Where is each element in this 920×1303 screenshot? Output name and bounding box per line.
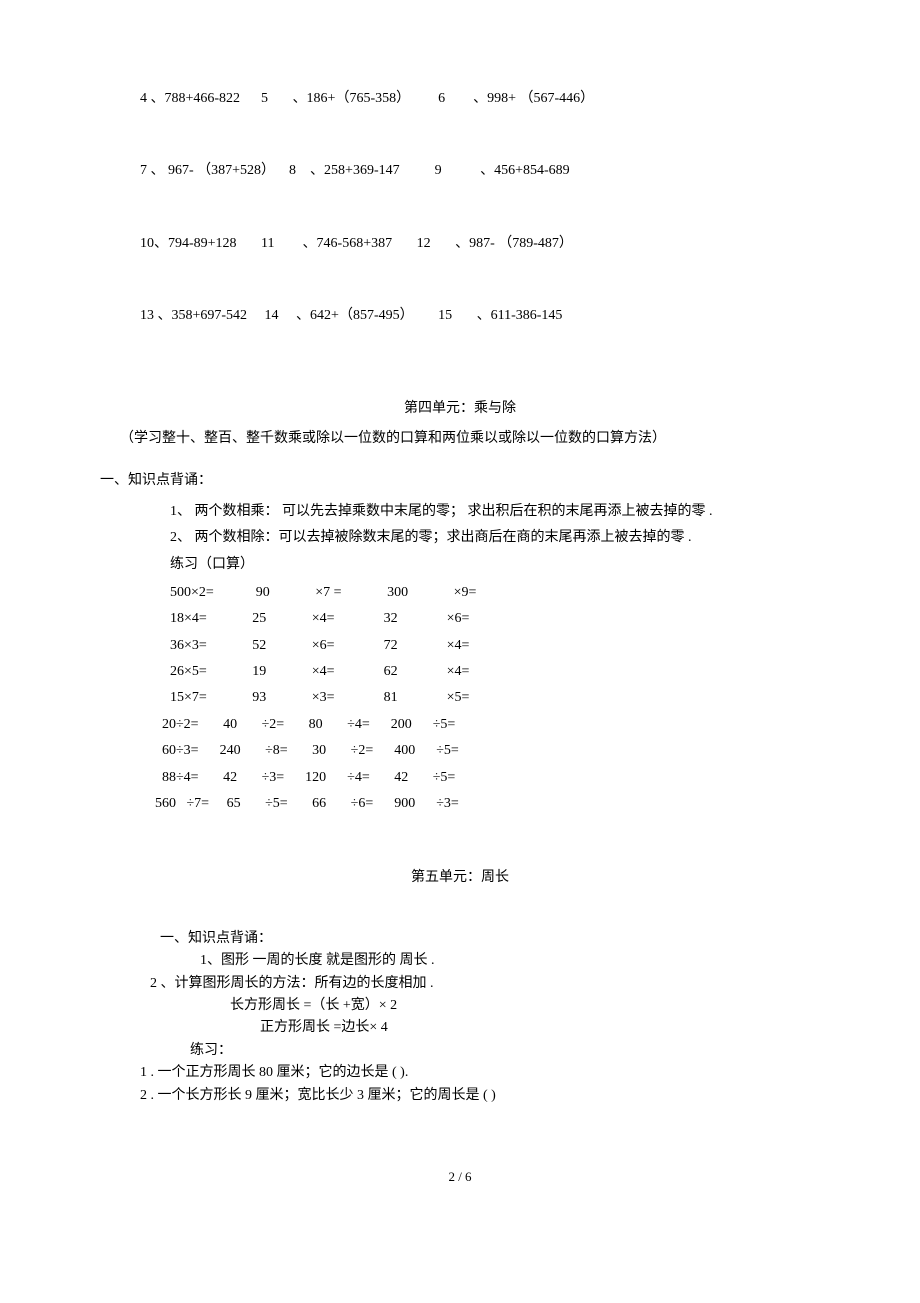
problem-row-4: 13 、358+697-542 14 、642+（857-495） 15 、61… — [140, 305, 860, 327]
unit5-title: 第五单元：周长 — [60, 867, 860, 889]
unit4-title: 第四单元：乘与除 — [60, 398, 860, 420]
mul-row: 26×5= 19 ×4= 62 ×4= — [170, 659, 476, 685]
unit4-practice-label: 练习（口算） — [170, 554, 860, 576]
mul-row: 36×3= 52 ×6= 72 ×4= — [170, 633, 476, 659]
unit5-p3: 长方形周长 =（长 +宽）× 2 — [230, 995, 860, 1017]
unit5-p4: 正方形周长 =边长× 4 — [260, 1017, 860, 1039]
mul-row: 18×4= 25 ×4= 32 ×6= — [170, 606, 476, 632]
multiplication-table: 500×2= 90 ×7 = 300 ×9= 18×4= 25 ×4= 32 ×… — [170, 580, 476, 712]
unit5-q2: 2 . 一个长方形长 9 厘米；宽比长少 3 厘米；它的周长是 ( ) — [140, 1085, 860, 1107]
div-row: 88÷4= 42 ÷3= 120 ÷4= 42 ÷5= — [155, 765, 459, 791]
problem-row-1: 4 、788+466-822 5 、186+（765-358） 6 、998+ … — [140, 88, 860, 110]
mul-row: 500×2= 90 ×7 = 300 ×9= — [170, 580, 476, 606]
unit5-q1: 1 . 一个正方形周长 80 厘米；它的边长是 ( ). — [140, 1062, 860, 1084]
problem-row-3: 10、794-89+128 11 、746-568+387 12 、987- （… — [140, 233, 860, 255]
page-footer: 2 / 6 — [60, 1167, 860, 1188]
problem-row-2: 7 、 967- （387+528） 8 、258+369-147 9 、456… — [140, 160, 860, 182]
div-row: 20÷2= 40 ÷2= 80 ÷4= 200 ÷5= — [155, 712, 459, 738]
unit4-point1: 1、 两个数相乘： 可以先去掉乘数中末尾的零； 求出积后在积的末尾再添上被去掉的… — [170, 501, 860, 523]
unit5-p1: 1、图形 一周的长度 就是图形的 周长 . — [200, 950, 860, 972]
unit4-subtitle: （学习整十、整百、整千数乘或除以一位数的口算和两位乘以或除以一位数的口算方法） — [120, 428, 860, 450]
unit5-heading: 一、知识点背诵： — [160, 928, 860, 950]
division-table: 20÷2= 40 ÷2= 80 ÷4= 200 ÷5= 60÷3= 240 ÷8… — [155, 712, 459, 818]
div-row: 560 ÷7= 65 ÷5= 66 ÷6= 900 ÷3= — [155, 791, 459, 817]
unit4-heading: 一、知识点背诵： — [100, 470, 860, 492]
unit5-practice-label: 练习： — [190, 1040, 860, 1062]
mul-row: 15×7= 93 ×3= 81 ×5= — [170, 685, 476, 711]
div-row: 60÷3= 240 ÷8= 30 ÷2= 400 ÷5= — [155, 738, 459, 764]
unit4-point2: 2、 两个数相除：可以去掉被除数末尾的零；求出商后在商的末尾再添上被去掉的零 . — [170, 527, 860, 549]
unit5-p2: 2 、计算图形周长的方法：所有边的长度相加 . — [150, 973, 860, 995]
